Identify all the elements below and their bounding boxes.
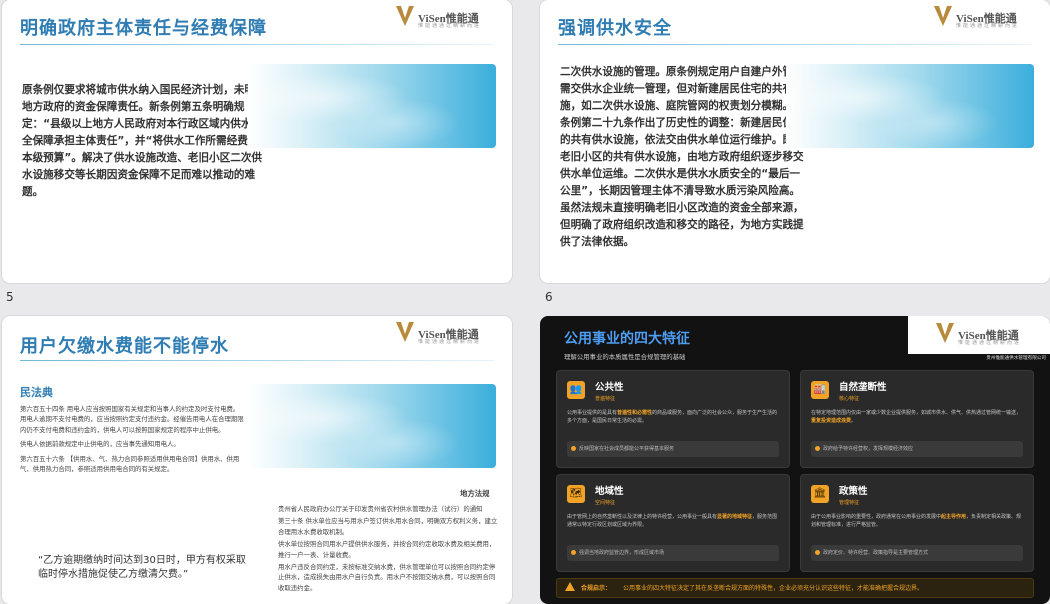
brand-tagline: 惟能通通过精耕而进 bbox=[418, 339, 482, 345]
compliance-banner: 合规启示： 公用事业的四大特征决定了其在反垄断合规方面的特殊性，企业必须充分认识… bbox=[556, 578, 1034, 598]
water-image bbox=[786, 64, 1034, 148]
slide-number: 6 bbox=[545, 290, 553, 304]
warning-icon bbox=[565, 582, 575, 591]
desc-text: 。 bbox=[851, 418, 857, 424]
slide-body: 二次供水设施的管理。原条例规定用户自建户外管道需交供水企业统一管理，但对新建居民… bbox=[560, 66, 804, 248]
government-icon: 🏛 bbox=[811, 485, 829, 503]
card-note: 强调当地政府监管边界，形成区域市场 bbox=[567, 545, 779, 561]
card-description: 在特定地理范围内仅由一家或少数企业提供服务，如城市供水、供气、供热通过管网统一输… bbox=[811, 409, 1023, 425]
slide-title: 强调供水安全 bbox=[558, 18, 672, 39]
local-paragraph: 第三十条 供水单位应当与用水户签订供水用水合同，明确双方权利义务，建立合理用水水… bbox=[278, 517, 498, 536]
brand-caption: 贵州惟能通供水管理有限公司 bbox=[986, 356, 1046, 361]
note-text: 政府给予特许经营权，发挥规模经济效应 bbox=[823, 446, 914, 452]
water-image bbox=[248, 384, 496, 468]
card-note: 反映国家在社会成员都能公平获得基本服务 bbox=[567, 441, 779, 457]
local-paragraph: 用水户违反合同约定，未按标准交纳水费，供水管理单位可以按照合同约定停止供水，造成… bbox=[278, 563, 496, 592]
card-description: 公用事业提供的是具有普遍性和必需性的商品或服务，面向广泛的社会公众，服务于生产生… bbox=[567, 409, 779, 425]
feature-card-regional: 🗺 地域性 空间特征 由于管网上的自然垄断性以及法律上的特许经营，公用事业一般具… bbox=[556, 474, 790, 572]
v-logo-icon bbox=[396, 6, 414, 26]
brand-tagline: 惟能通通过精耕而进 bbox=[418, 23, 482, 29]
card-tag: 管理特征 bbox=[839, 500, 860, 506]
desc-text: 由于公用事业影响的重要性，政府通常在公用事业的发展中 bbox=[811, 514, 942, 520]
bullet-icon bbox=[815, 550, 820, 555]
card-title: 自然垄断性 bbox=[839, 382, 887, 393]
desc-text: 公用事业提供的是具有 bbox=[567, 410, 618, 416]
slide-subtitle: 理解公用事业的本质属性是合规管理的基础 bbox=[564, 353, 686, 361]
desc-highlight: 显著的地域特征 bbox=[717, 514, 753, 520]
slide-8[interactable]: 公用事业的四大特征 理解公用事业的本质属性是合规管理的基础 ViSen惟能通 惟… bbox=[540, 316, 1050, 604]
desc-text: 由于管网上的自然垄断性以及法律上的特许经营，公用事业一般具有 bbox=[567, 514, 718, 520]
law-paragraph: 第六百五十四条 用电人应当按照国家有关规定和当事人的约定及时支付电费。用电人逾期… bbox=[20, 405, 244, 434]
brand-logo: ViSen惟能通 惟能通通过精耕而进 bbox=[396, 6, 488, 30]
contract-quote: “乙方逾期缴纳时间达到30日时，甲方有权采取临时停水措施促使乙方缴清欠费。” bbox=[38, 555, 246, 580]
slide-7[interactable]: 用户欠缴水费能不能停水 ViSen惟能通 惟能通通过精耕而进 民法典 第六百五十… bbox=[2, 316, 512, 604]
note-text: 反映国家在社会成员都能公平获得基本服务 bbox=[579, 446, 675, 452]
slide-5[interactable]: 明确政府主体责任与经费保障 ViSen惟能通 惟能通通过精耕而进 原条例仅要求将… bbox=[2, 0, 512, 283]
slide-body: 原条例仅要求将城市供水纳入国民经济计划，未明确地方政府的资金保障责任。新条例第五… bbox=[22, 84, 269, 198]
slide-title: 用户欠缴水费能不能停水 bbox=[20, 336, 229, 357]
bullet-icon bbox=[815, 446, 820, 451]
slide-6[interactable]: 强调供水安全 ViSen惟能通 惟能通通过精耕而进 二次供水设施的管理。原条例规… bbox=[540, 0, 1050, 283]
v-logo-icon bbox=[934, 6, 952, 26]
card-title: 公共性 bbox=[595, 382, 624, 393]
slide-title: 明确政府主体责任与经费保障 bbox=[20, 18, 267, 39]
v-logo-icon bbox=[936, 323, 954, 343]
brand-tagline: 惟能通通过精耕而进 bbox=[956, 23, 1020, 29]
card-title: 地域性 bbox=[595, 486, 624, 497]
banner-text: 公用事业的四大特征决定了其在反垄断合规方面的特殊性，企业必须充分认识这些特征，才… bbox=[623, 585, 924, 592]
v-logo-icon bbox=[396, 322, 414, 342]
banner-label: 合规启示： bbox=[581, 585, 612, 592]
card-note: 政府给予特许经营权，发挥规模经济效应 bbox=[811, 441, 1023, 457]
factory-icon: 🏭 bbox=[811, 381, 829, 399]
law-paragraph: 第六百五十六条 【供用水、气、热力合同参照适用供用电合同】供用水、供用气、供用热… bbox=[20, 454, 240, 474]
slide-title: 公用事业的四大特征 bbox=[564, 331, 690, 347]
law-paragraph: 供电人依据前款规定中止供电的，应当事先通知用电人。 bbox=[20, 440, 180, 449]
bullet-icon bbox=[571, 550, 576, 555]
card-description: 由于管网上的自然垄断性以及法律上的特许经营，公用事业一般具有显著的地域特征，服务… bbox=[567, 513, 779, 529]
brand-logo: ViSen惟能通 惟能通通过精耕而进 bbox=[936, 323, 1028, 347]
logo-panel: ViSen惟能通 惟能通通过精耕而进 bbox=[908, 316, 1050, 354]
local-paragraph: 供水单位按照合同用水户提供供水服务，并按合同约定收取水费及相关费用，推行一户一表… bbox=[278, 540, 496, 559]
note-text: 强调当地政府监管边界，形成区域市场 bbox=[579, 550, 665, 556]
title-underline bbox=[20, 44, 494, 45]
map-icon: 🗺 bbox=[567, 485, 585, 503]
note-text: 政府定价、特许经营、政策指导是主要管理方式 bbox=[823, 550, 929, 556]
desc-highlight: 普遍性和必需性 bbox=[617, 410, 653, 416]
people-icon: 👥 bbox=[567, 381, 585, 399]
slide-number: 5 bbox=[6, 290, 14, 304]
card-tag: 空间特征 bbox=[595, 500, 616, 506]
card-tag: 普遍特征 bbox=[595, 396, 616, 402]
water-image bbox=[248, 64, 496, 148]
brand-logo: ViSen惟能通 惟能通通过精耕而进 bbox=[396, 322, 488, 346]
feature-card-policy: 🏛 政策性 管理特征 由于公用事业影响的重要性，政府通常在公用事业的发展中起主导… bbox=[800, 474, 1034, 572]
local-regulation-text: 贵州省人民政府办公厅关于印发贵州省农村供水管理办法（试行）的通知 第三十条 供水… bbox=[278, 504, 498, 595]
title-underline bbox=[20, 360, 494, 361]
desc-text: 在特定地理范围内仅由一家或少数企业提供服务，如城市供水、供气、供热通过管网统一输… bbox=[811, 410, 1022, 416]
feature-card-monopoly: 🏭 自然垄断性 核心特征 在特定地理范围内仅由一家或少数企业提供服务，如城市供水… bbox=[800, 370, 1034, 468]
section-heading: 民法典 bbox=[20, 386, 53, 399]
bullet-icon bbox=[571, 446, 576, 451]
feature-card-public: 👥 公共性 普遍特征 公用事业提供的是具有普遍性和必需性的商品或服务，面向广泛的… bbox=[556, 370, 790, 468]
desc-highlight: 起主导作用 bbox=[941, 514, 967, 520]
card-title: 政策性 bbox=[839, 486, 868, 497]
desc-highlight: 重复投资造成浪费 bbox=[811, 418, 852, 424]
civil-code-text: 第六百五十四条 用电人应当按照国家有关规定和当事人的约定及时支付电费。用电人逾期… bbox=[20, 404, 244, 478]
local-paragraph: 贵州省人民政府办公厅关于印发贵州省农村供水管理办法（试行）的通知 bbox=[278, 505, 483, 513]
card-tag: 核心特征 bbox=[839, 396, 860, 402]
brand-tagline: 惟能通通过精耕而进 bbox=[958, 340, 1022, 346]
local-regulation-heading: 地方法规 bbox=[460, 489, 490, 498]
card-description: 由于公用事业影响的重要性，政府通常在公用事业的发展中起主导作用，负责制定相关政策… bbox=[811, 513, 1023, 529]
card-note: 政府定价、特许经营、政策指导是主要管理方式 bbox=[811, 545, 1023, 561]
title-underline bbox=[558, 44, 1032, 45]
brand-logo: ViSen惟能通 惟能通通过精耕而进 bbox=[934, 6, 1026, 30]
